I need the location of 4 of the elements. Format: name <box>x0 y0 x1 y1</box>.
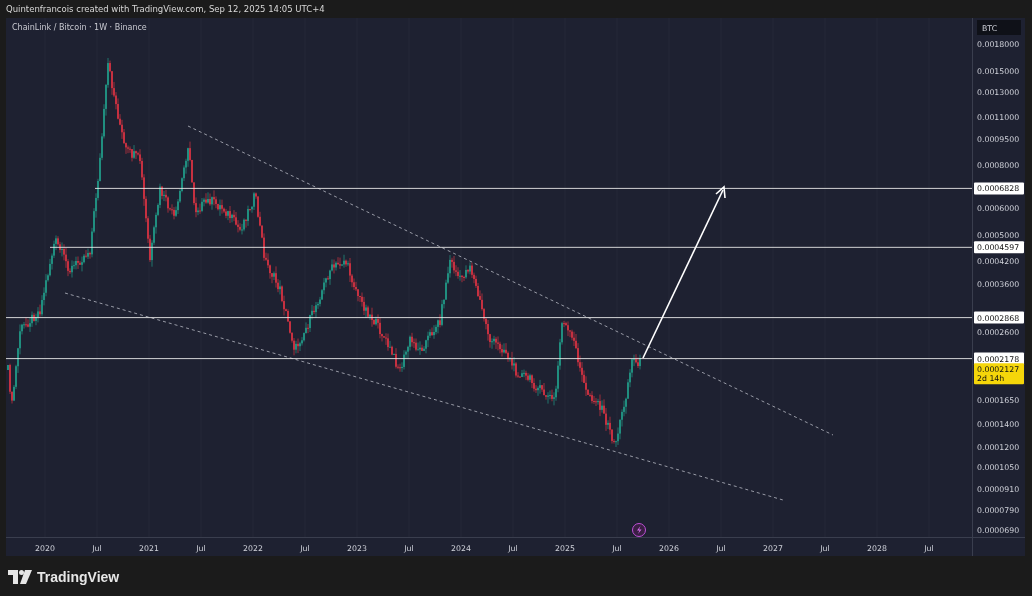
symbol-legend: ChainLink / Bitcoin · 1W · Binance <box>12 23 147 32</box>
tradingview-logo-icon <box>8 570 32 584</box>
attribution-text: Quintenfrancois created with TradingView.com, Sep 12, 2025 14:05 UTC+4 <box>5 3 326 16</box>
logo-text: TradingView <box>37 569 120 585</box>
